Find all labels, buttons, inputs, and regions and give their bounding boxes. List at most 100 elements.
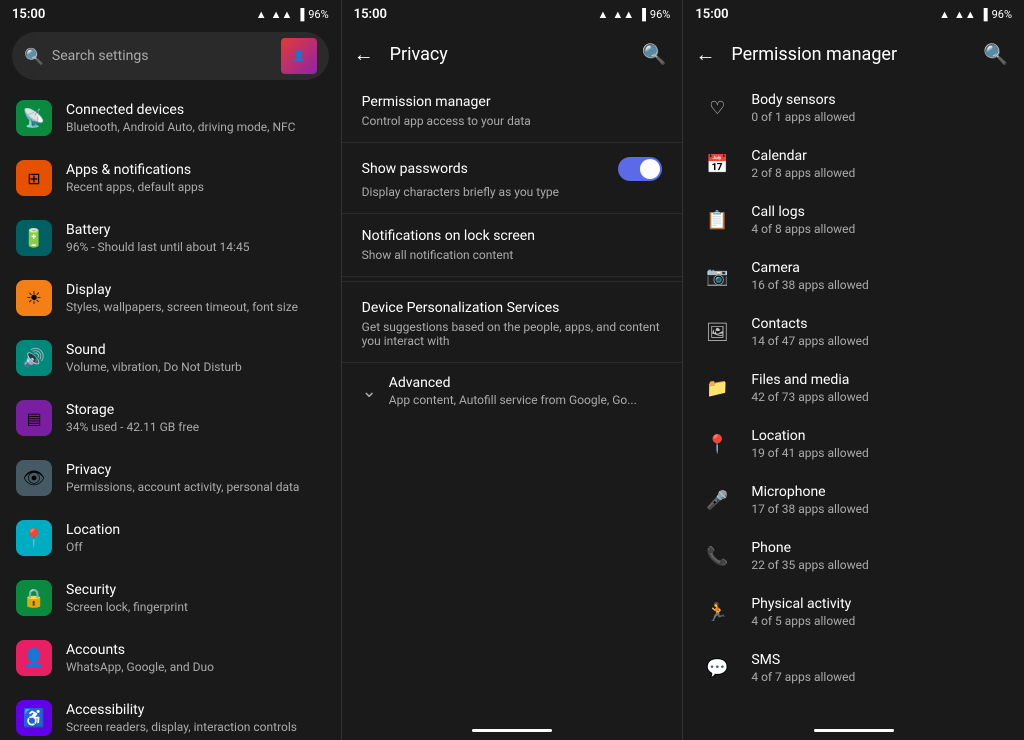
apps-icon-wrap: ⊞ xyxy=(16,160,52,196)
accessibility-text: Accessibility Screen readers, display, i… xyxy=(66,702,325,734)
location-sub: Off xyxy=(66,540,325,554)
calendar-text: Calendar 2 of 8 apps allowed xyxy=(751,148,1008,180)
settings-item-connected[interactable]: 📡 Connected devices Bluetooth, Android A… xyxy=(0,88,341,148)
security-icon-wrap: 🔒 xyxy=(16,580,52,616)
display-icon-wrap: ☀ xyxy=(16,280,52,316)
accessibility-icon: ♿ xyxy=(23,708,45,729)
storage-text: Storage 34% used - 42.11 GB free xyxy=(66,402,325,434)
security-icon: 🔒 xyxy=(23,588,45,609)
settings-item-privacy[interactable]: 👁 Privacy Permissions, account activity,… xyxy=(0,448,341,508)
accounts-sub: WhatsApp, Google, and Duo xyxy=(66,660,325,674)
time-left: 15:00 xyxy=(12,7,45,22)
perm-manager-sub: Control app access to your data xyxy=(362,114,663,128)
body-sensors-icon: ♡ xyxy=(699,90,735,126)
location-perm-name: Location xyxy=(751,428,1008,444)
apps-text: Apps & notifications Recent apps, defaul… xyxy=(66,162,325,194)
perm-item-body-sensors[interactable]: ♡ Body sensors 0 of 1 apps allowed xyxy=(683,80,1024,136)
perm-item-contacts[interactable]: 🖼 Contacts 14 of 47 apps allowed xyxy=(683,304,1024,360)
lock-screen-title: Notifications on lock screen xyxy=(362,228,663,244)
microphone-name: Microphone xyxy=(751,484,1008,500)
device-personal-sub: Get suggestions based on the people, app… xyxy=(362,320,663,348)
camera-count: 16 of 38 apps allowed xyxy=(751,278,1008,292)
connected-sub: Bluetooth, Android Auto, driving mode, N… xyxy=(66,120,325,134)
call-logs-count: 4 of 8 apps allowed xyxy=(751,222,1008,236)
settings-item-display[interactable]: ☀ Display Styles, wallpapers, screen tim… xyxy=(0,268,341,328)
security-label: Security xyxy=(66,582,325,598)
show-passwords-header: Show passwords xyxy=(362,157,663,181)
battery-label: Battery xyxy=(66,222,325,238)
settings-item-battery[interactable]: 🔋 Battery 96% - Should last until about … xyxy=(0,208,341,268)
show-passwords-title: Show passwords xyxy=(362,161,468,177)
settings-item-storage[interactable]: ▤ Storage 34% used - 42.11 GB free xyxy=(0,388,341,448)
privacy-title: Privacy xyxy=(390,44,638,65)
perm-item-phone[interactable]: 📞 Phone 22 of 35 apps allowed xyxy=(683,528,1024,584)
profile-thumbnail: 👤 xyxy=(281,38,317,74)
nav-indicator-mid xyxy=(472,729,552,732)
perm-item-camera[interactable]: 📷 Camera 16 of 38 apps allowed xyxy=(683,248,1024,304)
privacy-item-lock-screen[interactable]: Notifications on lock screen Show all no… xyxy=(342,214,683,277)
call-logs-icon: 📋 xyxy=(699,202,735,238)
wifi-icon-right: ▲ xyxy=(939,8,950,21)
perm-title: Permission manager xyxy=(731,44,979,65)
sms-name: SMS xyxy=(751,652,1008,668)
settings-item-sound[interactable]: 🔊 Sound Volume, vibration, Do Not Distur… xyxy=(0,328,341,388)
perm-item-call-logs[interactable]: 📋 Call logs 4 of 8 apps allowed xyxy=(683,192,1024,248)
search-bar[interactable]: 🔍 Search settings 👤 xyxy=(12,32,329,80)
sound-text: Sound Volume, vibration, Do Not Disturb xyxy=(66,342,325,374)
privacy-item-perm-manager[interactable]: Permission manager Control app access to… xyxy=(342,80,683,143)
phone-name: Phone xyxy=(751,540,1008,556)
physical-text: Physical activity 4 of 5 apps allowed xyxy=(751,596,1008,628)
perm-item-files[interactable]: 📁 Files and media 42 of 73 apps allowed xyxy=(683,360,1024,416)
sms-icon: 💬 xyxy=(699,650,735,686)
back-button-perm[interactable]: ← xyxy=(695,42,715,67)
search-button-perm[interactable]: 🔍 xyxy=(979,38,1012,70)
location-text: Location Off xyxy=(66,522,325,554)
battery-text: Battery 96% - Should last until about 14… xyxy=(66,222,325,254)
security-text: Security Screen lock, fingerprint xyxy=(66,582,325,614)
privacy-list: Permission manager Control app access to… xyxy=(342,80,683,720)
perm-item-calendar[interactable]: 📅 Calendar 2 of 8 apps allowed xyxy=(683,136,1024,192)
device-personal-title: Device Personalization Services xyxy=(362,300,663,316)
search-button-privacy[interactable]: 🔍 xyxy=(637,38,670,70)
perm-item-microphone[interactable]: 🎤 Microphone 17 of 38 apps allowed xyxy=(683,472,1024,528)
camera-text: Camera 16 of 38 apps allowed xyxy=(751,260,1008,292)
physical-icon: 🏃 xyxy=(699,594,735,630)
privacy-item-show-passwords[interactable]: Show passwords Display characters briefl… xyxy=(342,143,683,214)
sound-label: Sound xyxy=(66,342,325,358)
sms-count: 4 of 7 apps allowed xyxy=(751,670,1008,684)
show-passwords-toggle[interactable] xyxy=(618,157,662,181)
wifi-icon-mid: ▲ xyxy=(597,8,608,21)
settings-item-accounts[interactable]: 👤 Accounts WhatsApp, Google, and Duo xyxy=(0,628,341,688)
lock-screen-sub: Show all notification content xyxy=(362,248,663,262)
signal-icon-right: ▲▲ xyxy=(954,8,976,21)
call-logs-name: Call logs xyxy=(751,204,1008,220)
advanced-label: Advanced xyxy=(389,375,663,391)
location-perm-count: 19 of 41 apps allowed xyxy=(751,446,1008,460)
camera-icon: 📷 xyxy=(699,258,735,294)
right-panel: 15:00 ▲ ▲▲ ▐ 96% ← Permission manager 🔍 … xyxy=(683,0,1024,740)
perm-item-sms[interactable]: 💬 SMS 4 of 7 apps allowed xyxy=(683,640,1024,696)
phone-count: 22 of 35 apps allowed xyxy=(751,558,1008,572)
battery-pct-mid: 96% xyxy=(650,8,670,21)
accounts-icon-wrap: 👤 xyxy=(16,640,52,676)
perm-item-physical[interactable]: 🏃 Physical activity 4 of 5 apps allowed xyxy=(683,584,1024,640)
settings-item-security[interactable]: 🔒 Security Screen lock, fingerprint xyxy=(0,568,341,628)
location-label: Location xyxy=(66,522,325,538)
apps-icon: ⊞ xyxy=(27,169,40,188)
settings-item-apps[interactable]: ⊞ Apps & notifications Recent apps, defa… xyxy=(0,148,341,208)
privacy-item-device-personal[interactable]: Device Personalization Services Get sugg… xyxy=(342,286,683,363)
battery-pct-left: 96% xyxy=(308,8,328,21)
battery-pct-right: 96% xyxy=(992,8,1012,21)
microphone-icon: 🎤 xyxy=(699,482,735,518)
contacts-icon: 🖼 xyxy=(699,314,735,350)
middle-panel: 15:00 ▲ ▲▲ ▐ 96% ← Privacy 🔍 Permission … xyxy=(342,0,684,740)
status-bar-middle: 15:00 ▲ ▲▲ ▐ 96% xyxy=(342,0,683,28)
perm-item-location[interactable]: 📍 Location 19 of 41 apps allowed xyxy=(683,416,1024,472)
settings-item-location[interactable]: 📍 Location Off xyxy=(0,508,341,568)
microphone-text: Microphone 17 of 38 apps allowed xyxy=(751,484,1008,516)
back-button-privacy[interactable]: ← xyxy=(354,42,374,67)
advanced-item[interactable]: ⌄ Advanced App content, Autofill service… xyxy=(342,363,683,419)
wifi-icon: ▲ xyxy=(256,8,267,21)
display-sub: Styles, wallpapers, screen timeout, font… xyxy=(66,300,325,314)
settings-item-accessibility[interactable]: ♿ Accessibility Screen readers, display,… xyxy=(0,688,341,740)
